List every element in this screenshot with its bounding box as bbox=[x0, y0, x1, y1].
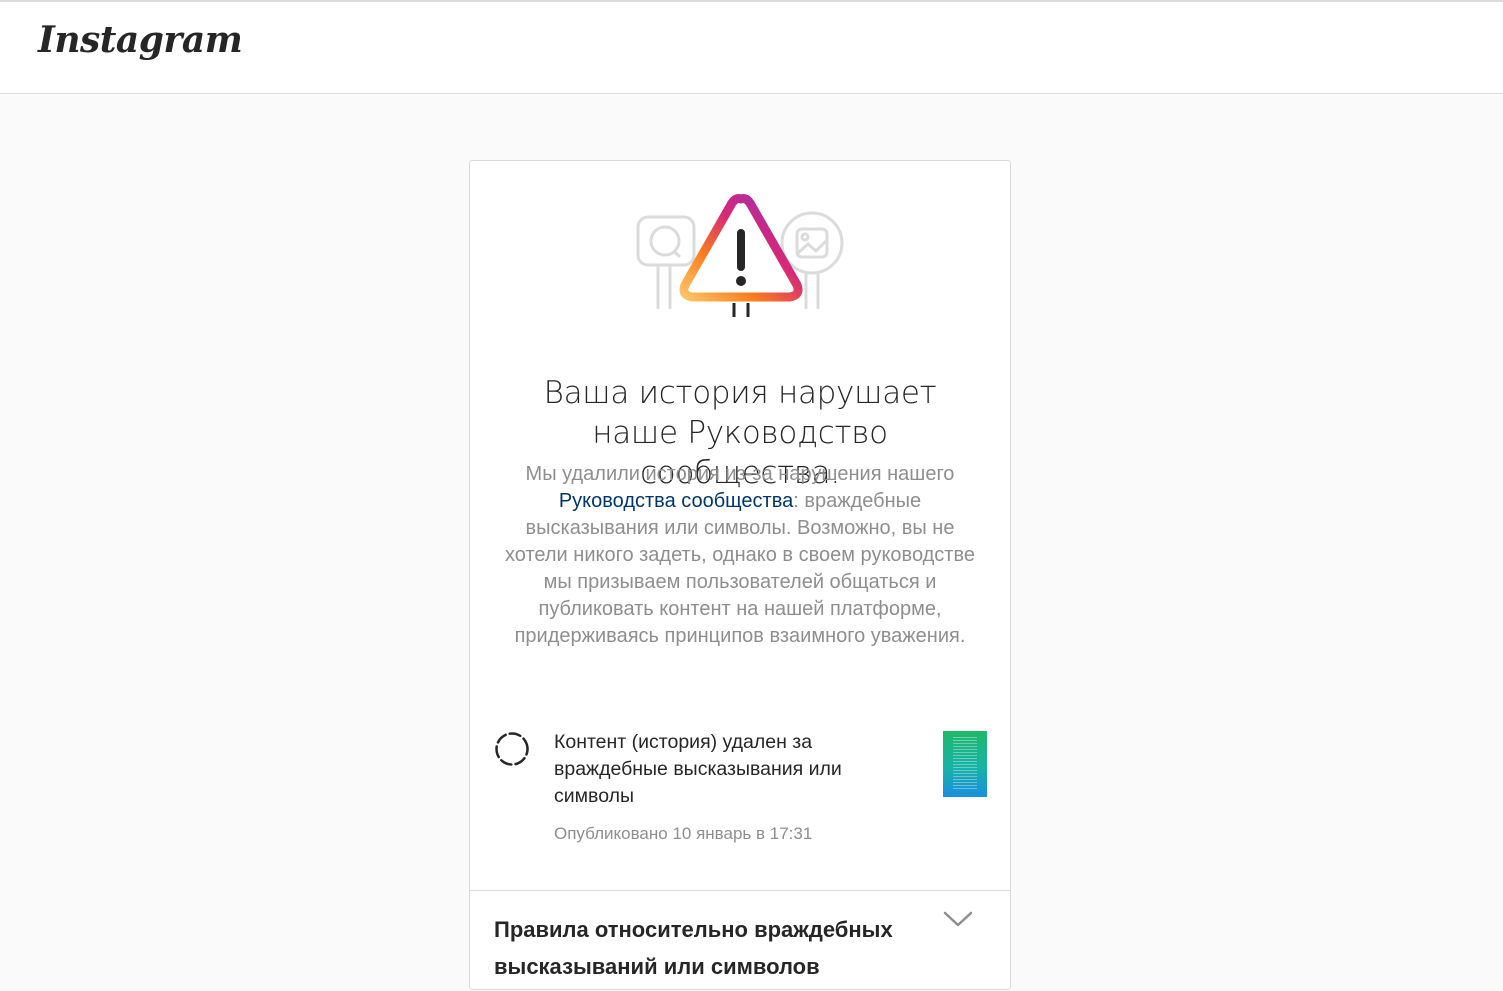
accordion-title[interactable]: Правила относительно враждебных высказыв… bbox=[494, 911, 924, 985]
thumbnail-text-lines bbox=[953, 737, 977, 791]
story-ring-icon bbox=[495, 732, 529, 766]
notice-description: Мы удалили история из-за нарушения нашег… bbox=[504, 461, 976, 650]
description-text-end: : враждебные высказывания или символы. В… bbox=[505, 490, 975, 647]
instagram-logo[interactable]: Instagram bbox=[38, 22, 243, 58]
community-guidelines-link[interactable]: Руководства сообщества bbox=[559, 490, 793, 512]
published-timestamp: Опубликовано 10 январь в 17:31 bbox=[554, 824, 813, 843]
description-text-start: Мы удалили история из-за нарушения нашег… bbox=[525, 463, 955, 485]
top-navigation-bar: Instagram bbox=[0, 4, 1503, 94]
warning-illustration-icon bbox=[636, 194, 844, 317]
rules-accordion[interactable]: Правила относительно враждебных высказыв… bbox=[470, 891, 1010, 991]
story-thumbnail[interactable] bbox=[943, 731, 987, 797]
chevron-down-icon[interactable] bbox=[942, 909, 974, 929]
removed-content-text: Контент (история) удален за враждебные в… bbox=[554, 731, 842, 807]
removed-content-item: Контент (история) удален за враждебные в… bbox=[494, 729, 988, 859]
violation-notice-card: Ваша история нарушает наше Руководство с… bbox=[469, 160, 1011, 990]
